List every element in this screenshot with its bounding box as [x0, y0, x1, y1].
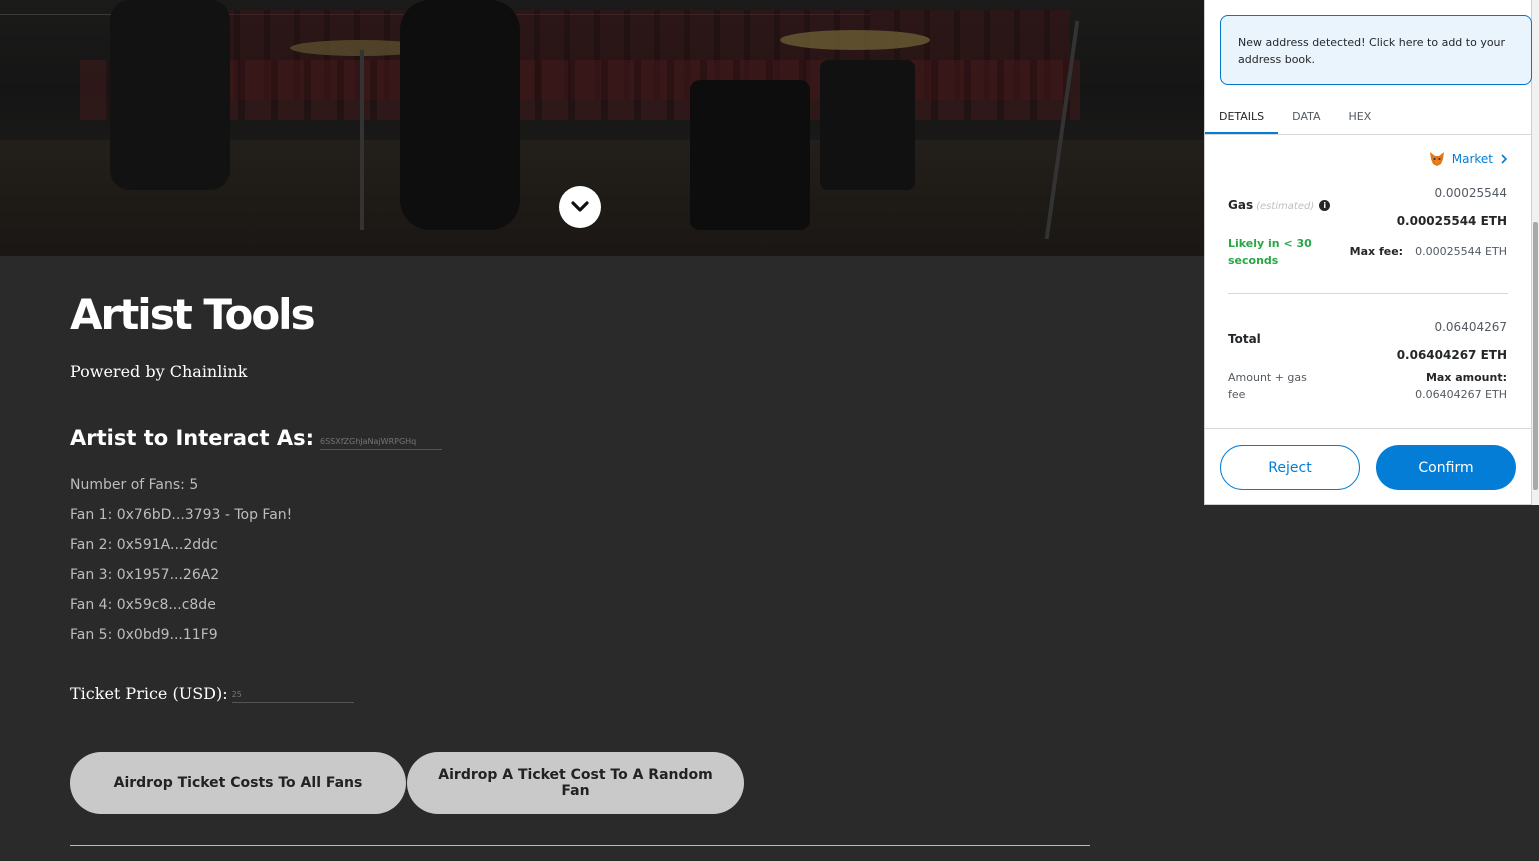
hero-performer [400, 0, 520, 230]
confirm-button[interactable]: Confirm [1376, 445, 1516, 490]
max-amount-value: 0.06404267 ETH [1415, 388, 1507, 401]
gas-value: 0.00025544 [1434, 186, 1507, 200]
chevron-right-icon [1501, 154, 1508, 164]
info-icon[interactable]: i [1319, 200, 1331, 211]
new-address-notice[interactable]: New address detected! Click here to add … [1220, 15, 1532, 85]
artist-label: Artist to Interact As: [70, 426, 314, 450]
hero-drum-right [820, 60, 915, 190]
airdrop-all-fans-button[interactable]: Airdrop Ticket Costs To All Fans [70, 752, 406, 814]
total-label: Total [1228, 332, 1261, 346]
fox-icon [1429, 152, 1444, 166]
scroll-down-button[interactable] [559, 186, 601, 228]
popup-scrollbar[interactable] [1532, 0, 1539, 505]
section-divider [70, 845, 1090, 846]
hero-cymbal-right [780, 30, 930, 50]
hero-drum [690, 80, 810, 230]
page-subtitle: Powered by Chainlink [70, 362, 248, 381]
list-item: Fan 4: 0x59c8...c8de [70, 597, 216, 613]
list-item: Fan 1: 0x76bD...3793 - Top Fan! [70, 507, 293, 523]
airdrop-random-fan-button[interactable]: Airdrop A Ticket Cost To A Random Fan [407, 752, 744, 814]
gas-eth-value: 0.00025544 ETH [1396, 214, 1507, 228]
metamask-popup: New address detected! Click here to add … [1204, 0, 1533, 505]
fan-count: Number of Fans: 5 [70, 477, 199, 493]
list-item: Fan 2: 0x591A...2ddc [70, 537, 218, 553]
ticket-price-row: Ticket Price (USD): [70, 684, 354, 703]
market-label: Market [1451, 152, 1493, 166]
chevron-down-icon [571, 201, 589, 212]
ticket-price-input[interactable] [231, 686, 354, 703]
hero-seats-lower [80, 60, 1080, 120]
market-gas-button[interactable]: Market [1429, 151, 1511, 167]
divider [1228, 293, 1508, 294]
max-fee-value: 0.00025544 ETH [1415, 245, 1507, 258]
artist-address-input[interactable] [320, 433, 442, 450]
footer-divider [1205, 428, 1533, 429]
gas-estimated-label: (estimated) [1256, 201, 1315, 212]
tab-data[interactable]: DATA [1278, 101, 1334, 134]
ticket-price-label: Ticket Price (USD): [70, 684, 228, 703]
tab-details[interactable]: DETAILS [1205, 101, 1279, 134]
page-title: Artist Tools [70, 290, 316, 339]
hero-performer-legs [110, 0, 230, 190]
max-fee-row: Max fee: 0.00025544 ETH [1350, 245, 1507, 258]
total-eth-value: 0.06404267 ETH [1396, 348, 1507, 362]
max-amount-label: Max amount: [1425, 371, 1507, 384]
total-value: 0.06404267 [1434, 320, 1507, 334]
max-fee-label: Max fee: [1349, 245, 1404, 258]
reject-button[interactable]: Reject [1220, 445, 1360, 490]
amount-gas-fee-label: Amount + gas fee [1228, 371, 1307, 401]
scrollbar-thumb[interactable] [1533, 222, 1538, 490]
likely-time: Likely in < 30 seconds [1228, 237, 1312, 267]
artist-row: Artist to Interact As: [70, 426, 442, 450]
airdrop-buttons: Airdrop Ticket Costs To All Fans Airdrop… [70, 752, 744, 814]
list-item: Fan 5: 0x0bd9...11F9 [70, 627, 218, 643]
tab-hex[interactable]: HEX [1335, 101, 1386, 134]
max-amount-group: Max amount: 0.06404267 ETH [1415, 369, 1507, 403]
gas-label: Gas [1228, 198, 1254, 212]
fans-list: Number of Fans: 5 Fan 1: 0x76bD...3793 -… [70, 475, 292, 655]
list-item: Fan 3: 0x1957...26A2 [70, 567, 220, 583]
transaction-tabs: DETAILS DATA HEX [1205, 101, 1533, 135]
hero-stand [360, 50, 364, 230]
gas-label-group: Gas (estimated) i [1228, 198, 1331, 212]
